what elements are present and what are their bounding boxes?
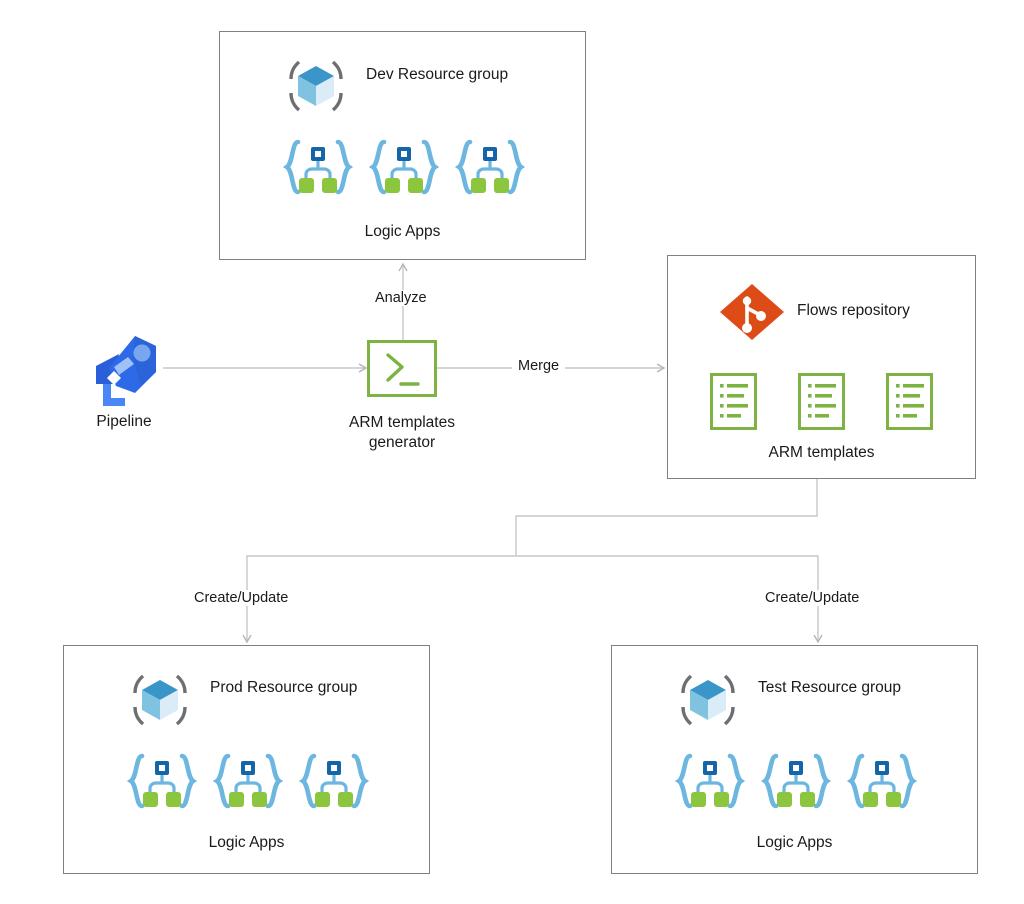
pipeline-label: Pipeline	[96, 413, 152, 430]
diagram-canvas: Dev Resource group Logic Apps Flows repo…	[0, 0, 1024, 904]
logic-app-icon	[212, 752, 284, 810]
dev-logic-apps-label: Logic Apps	[364, 223, 441, 240]
arm-template-document-icon	[798, 373, 845, 430]
logic-app-icon	[282, 138, 354, 196]
test-resource-group-title: Test Resource group	[758, 679, 902, 696]
test-logic-apps-label: Logic Apps	[756, 834, 833, 851]
resource-group-cube-icon	[677, 669, 739, 731]
connector-repo-to-environments	[242, 479, 823, 644]
prod-resource-group-title: Prod Resource group	[210, 679, 358, 696]
logic-app-icon	[846, 752, 918, 810]
logic-app-icon	[368, 138, 440, 196]
arm-generator-label-line1: ARM templates	[349, 414, 455, 431]
arm-generator-label-line2: generator	[368, 434, 436, 451]
connector-label-create-update-prod: Create/Update	[188, 590, 295, 606]
terminal-prompt-icon[interactable]	[367, 340, 437, 397]
resource-group-cube-icon	[285, 55, 347, 117]
connector-label-analyze: Analyze	[369, 290, 433, 306]
logic-app-icon	[298, 752, 370, 810]
arm-template-document-icon	[710, 373, 757, 430]
arm-templates-label: ARM templates	[768, 444, 875, 461]
connector-label-merge: Merge	[512, 358, 566, 374]
azure-pipeline-rocket-icon	[83, 328, 165, 406]
logic-app-icon	[760, 752, 832, 810]
resource-group-cube-icon	[129, 669, 191, 731]
logic-app-icon	[454, 138, 526, 196]
connector-label-create-update-test: Create/Update	[759, 590, 866, 606]
flows-repository-title: Flows repository	[797, 302, 910, 319]
logic-app-icon	[674, 752, 746, 810]
logic-app-icon	[126, 752, 198, 810]
git-logo-icon	[718, 283, 786, 341]
arm-template-document-icon	[886, 373, 933, 430]
dev-resource-group-title: Dev Resource group	[366, 66, 509, 83]
prod-logic-apps-label: Logic Apps	[208, 834, 285, 851]
